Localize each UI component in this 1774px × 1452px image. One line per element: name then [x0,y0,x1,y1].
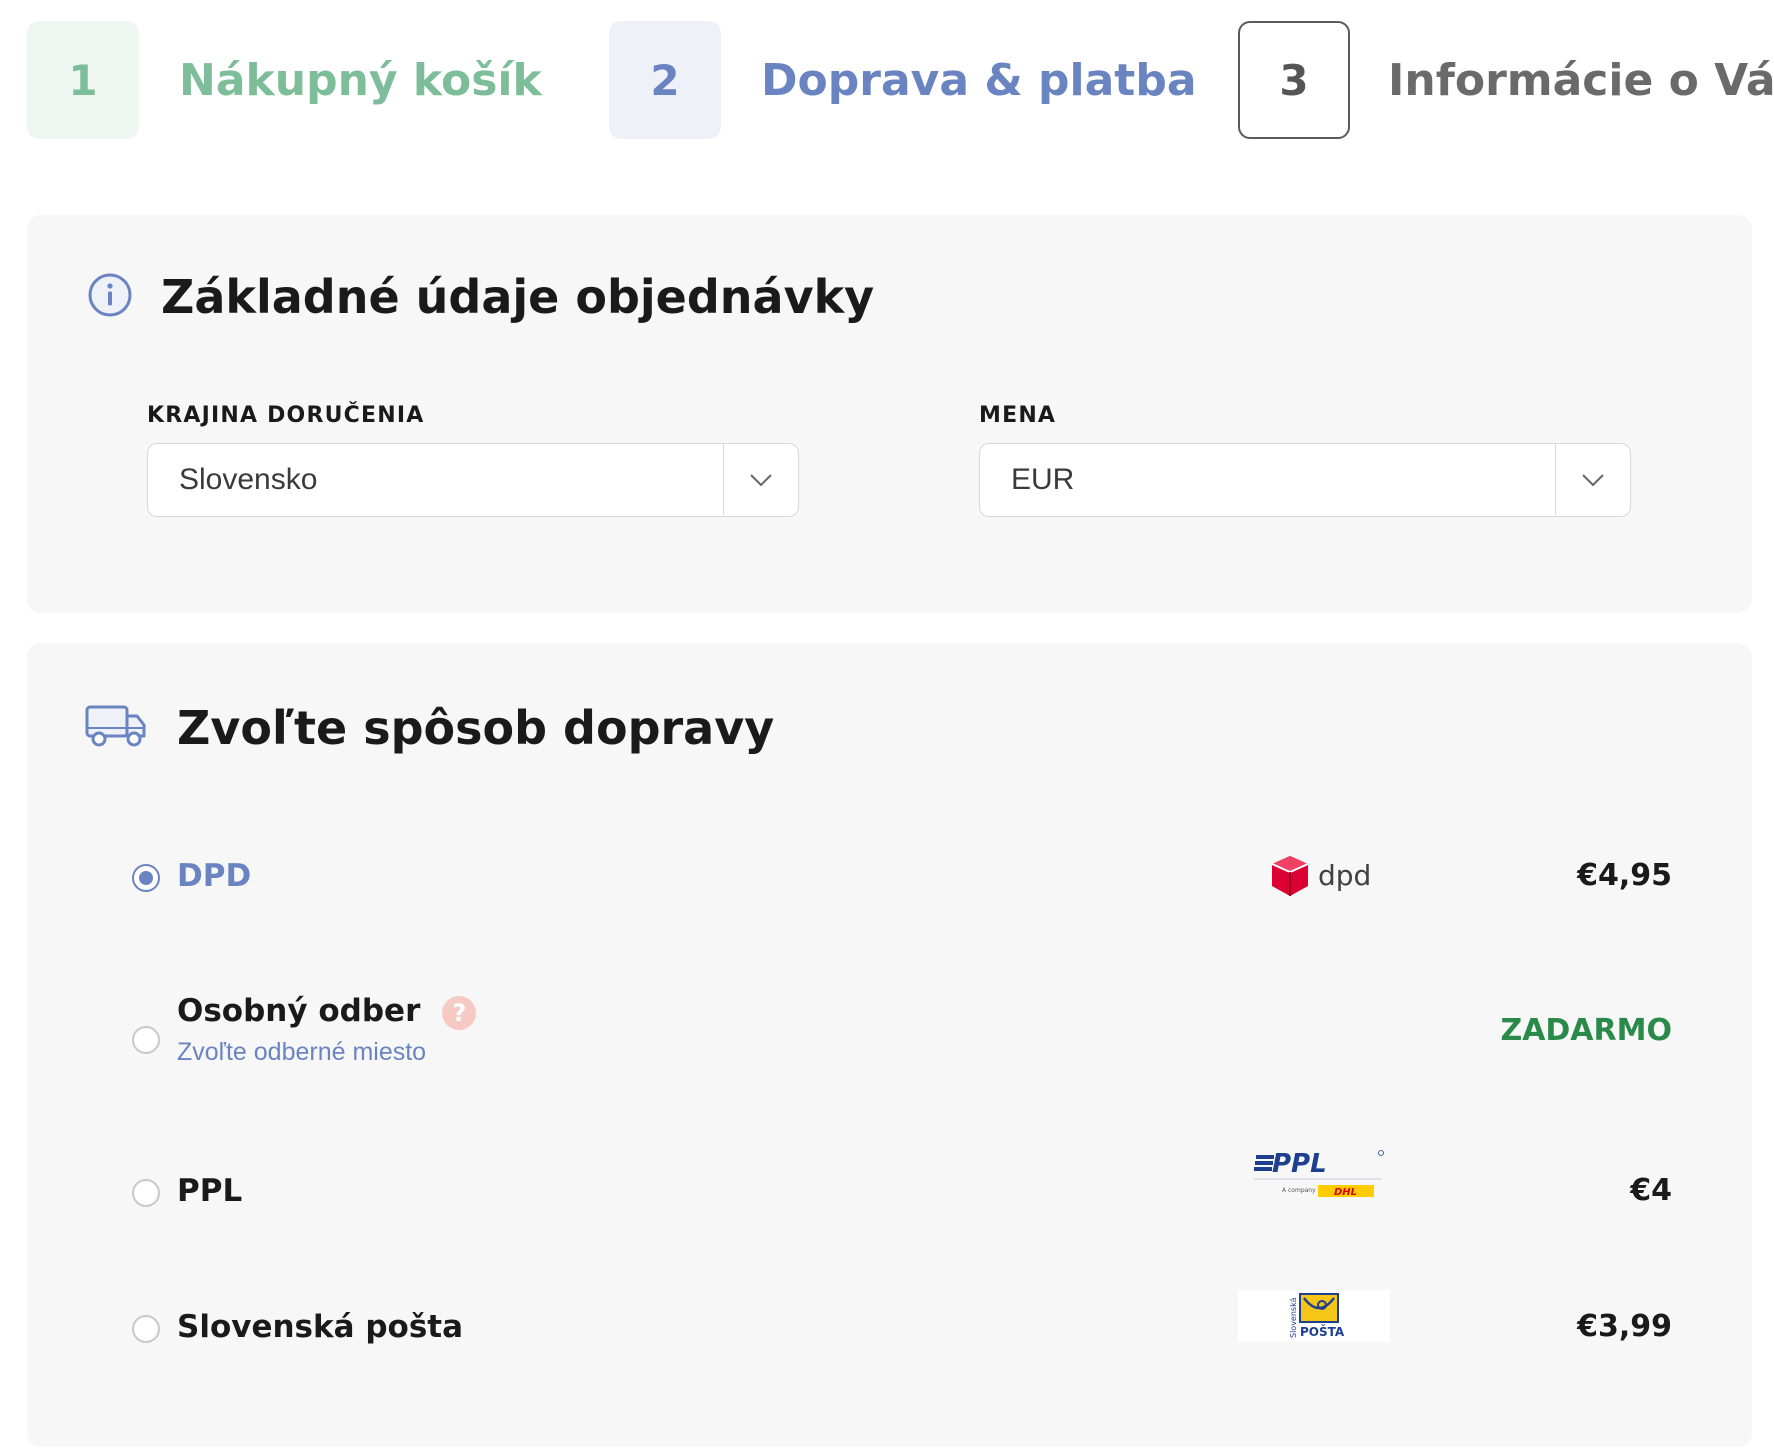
radio-button[interactable] [132,1026,160,1054]
option-name: PPL [177,1173,243,1209]
select-value: EUR [1011,463,1075,496]
shipping-method-panel: Zvoľte spôsob dopravy DPD dpd €4,95 Osob… [27,643,1752,1447]
radio-button[interactable] [132,1179,160,1207]
option-name: Osobný odber? [177,993,477,1030]
shipping-option-personal-pickup[interactable]: Osobný odber? Zvoľte odberné miesto ZADA… [127,993,1672,1073]
currency-select[interactable]: EUR [979,443,1631,517]
chevron-down-icon [723,444,798,515]
shipping-option-ppl[interactable]: PPL PPL A company of DHL €4 [127,1149,1672,1213]
option-price: €4,95 [1577,858,1672,893]
svg-text:dpd: dpd [1318,859,1371,892]
shipping-option-slovenska-posta[interactable]: Slovenská pošta Slovenská POŠTA €3,99 [127,1290,1672,1349]
svg-text:A company of: A company of [1282,1187,1324,1194]
radio-button[interactable] [132,864,160,892]
step-shipping-payment[interactable]: 2 Doprava & platba [609,20,1197,140]
currency-field: MENA EUR [979,403,1631,517]
shipping-option-dpd[interactable]: DPD dpd €4,95 [127,856,1672,898]
panel-header: Zvoľte spôsob dopravy [85,701,774,755]
svg-text:PPL: PPL [1272,1149,1327,1179]
option-price: €3,99 [1577,1309,1672,1344]
dpd-logo: dpd [1270,852,1380,907]
field-label: MENA [979,403,1057,428]
svg-text:Slovenská: Slovenská [1289,1297,1298,1338]
truck-icon [85,704,147,753]
select-value: Slovensko [179,463,318,496]
panel-title: Zvoľte spôsob dopravy [177,701,775,755]
radio-button[interactable] [132,1315,160,1343]
help-icon[interactable]: ? [442,995,477,1030]
order-basics-panel: Základné údaje objednávky KRAJINA DORUČE… [27,215,1752,613]
option-name-text: Osobný odber [177,993,421,1029]
svg-text:POŠTA: POŠTA [1300,1324,1345,1339]
ppl-logo: PPL A company of DHL [1254,1147,1386,1210]
option-name: DPD [177,858,252,894]
svg-text:DHL: DHL [1334,1187,1357,1198]
step-label: Informácie o Vás [1388,54,1774,106]
chevron-down-icon [1555,444,1630,515]
step-customer-info[interactable]: 3 Informácie o Vás [1238,20,1774,140]
country-select[interactable]: Slovensko [147,443,799,517]
step-shopping-cart[interactable]: 1 Nákupný košík [27,20,542,140]
panel-title: Základné údaje objednávky [161,270,875,324]
step-number: 3 [1238,21,1350,139]
step-number: 2 [609,21,721,139]
option-price: €4 [1630,1173,1672,1208]
step-label: Doprava & platba [761,54,1197,106]
step-label: Nákupný košík [179,54,542,106]
step-number: 1 [27,21,139,139]
panel-header: Základné údaje objednávky [87,270,874,324]
option-name: Slovenská pošta [177,1309,464,1345]
option-price: ZADARMO [1500,1013,1672,1048]
info-icon [87,272,133,323]
checkout-stepper: 1 Nákupný košík 2 Doprava & platba 3 Inf… [0,0,1774,160]
slovenska-posta-logo: Slovenská POŠTA [1238,1290,1390,1347]
field-label: KRAJINA DORUČENIA [147,403,425,428]
country-field: KRAJINA DORUČENIA Slovensko [147,403,799,517]
choose-pickup-point-link[interactable]: Zvoľte odberné miesto [177,1038,426,1067]
